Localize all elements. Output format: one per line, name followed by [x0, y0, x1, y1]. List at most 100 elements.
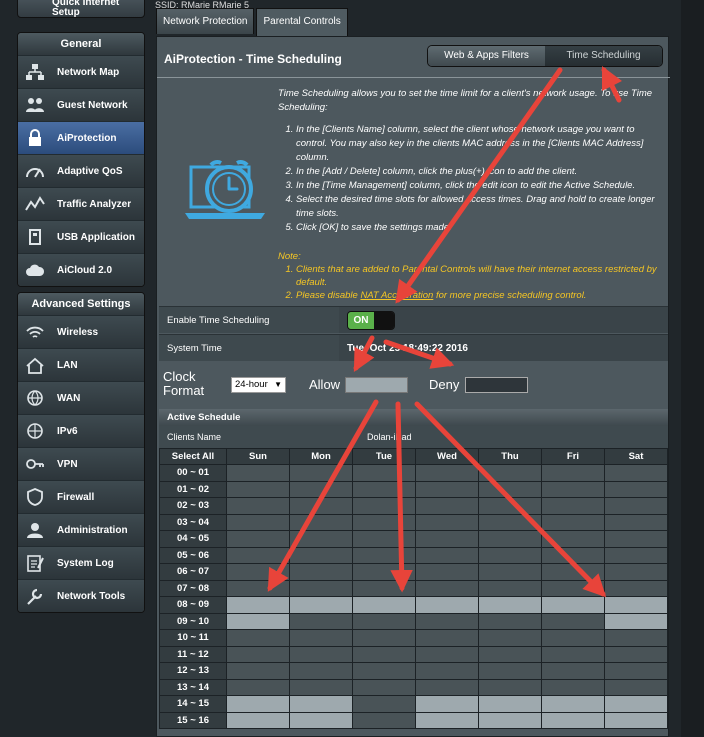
time-slot-label[interactable]: 04 ~ 05: [159, 530, 227, 548]
schedule-cell-allowed[interactable]: [541, 596, 605, 614]
schedule-cell-denied[interactable]: [541, 546, 605, 564]
sidebar-item-usb-application[interactable]: USB Application: [18, 220, 144, 253]
schedule-cell-allowed[interactable]: [604, 695, 668, 713]
schedule-cell-denied[interactable]: [352, 513, 416, 531]
schedule-cell-denied[interactable]: [415, 662, 479, 680]
schedule-cell-denied[interactable]: [415, 513, 479, 531]
schedule-cell-allowed[interactable]: [289, 695, 353, 713]
sidebar-item-network-map[interactable]: Network Map: [18, 55, 144, 88]
schedule-cell-denied[interactable]: [226, 480, 290, 498]
schedule-cell-denied[interactable]: [415, 546, 479, 564]
schedule-cell-allowed[interactable]: [541, 695, 605, 713]
schedule-cell-denied[interactable]: [478, 662, 542, 680]
schedule-cell-allowed[interactable]: [352, 596, 416, 614]
schedule-cell-denied[interactable]: [289, 497, 353, 515]
schedule-cell-denied[interactable]: [226, 678, 290, 696]
schedule-cell-denied[interactable]: [478, 678, 542, 696]
schedule-cell-denied[interactable]: [226, 629, 290, 647]
time-slot-label[interactable]: 14 ~ 15: [159, 695, 227, 713]
schedule-cell-denied[interactable]: [352, 662, 416, 680]
schedule-cell-denied[interactable]: [226, 563, 290, 581]
sidebar-item-wireless[interactable]: Wireless: [18, 315, 144, 348]
schedule-cell-denied[interactable]: [541, 530, 605, 548]
schedule-cell-denied[interactable]: [604, 513, 668, 531]
enable-time-scheduling-toggle[interactable]: ON: [347, 310, 395, 330]
sidebar-item-aicloud-2-0[interactable]: AiCloud 2.0: [18, 253, 144, 286]
sidebar-item-wan[interactable]: WAN: [18, 381, 144, 414]
schedule-cell-denied[interactable]: [352, 563, 416, 581]
clock-format-select[interactable]: 24-hour ▼: [231, 377, 286, 393]
schedule-cell-denied[interactable]: [541, 612, 605, 630]
schedule-cell-denied[interactable]: [415, 629, 479, 647]
schedule-cell-denied[interactable]: [352, 711, 416, 729]
schedule-cell-denied[interactable]: [541, 645, 605, 663]
schedule-cell-denied[interactable]: [604, 629, 668, 647]
schedule-cell-denied[interactable]: [289, 612, 353, 630]
schedule-cell-denied[interactable]: [415, 645, 479, 663]
schedule-cell-denied[interactable]: [541, 464, 605, 482]
sidebar-item-guest-network[interactable]: Guest Network: [18, 88, 144, 121]
schedule-cell-denied[interactable]: [604, 530, 668, 548]
schedule-cell-denied[interactable]: [541, 678, 605, 696]
tab-network-protection[interactable]: Network Protection: [156, 8, 255, 34]
schedule-cell-denied[interactable]: [478, 464, 542, 482]
nat-acceleration-link[interactable]: NAT Acceleration: [360, 290, 433, 301]
schedule-cell-allowed[interactable]: [604, 711, 668, 729]
time-slot-label[interactable]: 07 ~ 08: [159, 579, 227, 597]
time-slot-label[interactable]: 00 ~ 01: [159, 464, 227, 482]
schedule-cell-denied[interactable]: [226, 579, 290, 597]
sidebar-item-traffic-analyzer[interactable]: Traffic Analyzer: [18, 187, 144, 220]
schedule-cell-denied[interactable]: [541, 563, 605, 581]
schedule-cell-denied[interactable]: [478, 579, 542, 597]
schedule-cell-allowed[interactable]: [226, 695, 290, 713]
schedule-cell-denied[interactable]: [289, 530, 353, 548]
schedule-cell-denied[interactable]: [541, 662, 605, 680]
schedule-cell-denied[interactable]: [352, 678, 416, 696]
schedule-cell-denied[interactable]: [226, 513, 290, 531]
schedule-cell-denied[interactable]: [352, 695, 416, 713]
schedule-cell-denied[interactable]: [541, 497, 605, 515]
schedule-cell-denied[interactable]: [478, 563, 542, 581]
schedule-cell-allowed[interactable]: [415, 695, 479, 713]
time-slot-label[interactable]: 12 ~ 13: [159, 662, 227, 680]
schedule-cell-allowed[interactable]: [478, 695, 542, 713]
sidebar-item-firewall[interactable]: Firewall: [18, 480, 144, 513]
schedule-cell-denied[interactable]: [478, 612, 542, 630]
schedule-cell-denied[interactable]: [352, 464, 416, 482]
day-header-mon[interactable]: Mon: [289, 448, 353, 465]
schedule-cell-denied[interactable]: [226, 645, 290, 663]
schedule-cell-denied[interactable]: [604, 579, 668, 597]
schedule-cell-denied[interactable]: [415, 612, 479, 630]
web-apps-filters-button[interactable]: Web & Apps Filters: [428, 46, 545, 66]
schedule-cell-denied[interactable]: [541, 513, 605, 531]
schedule-cell-denied[interactable]: [415, 480, 479, 498]
schedule-cell-denied[interactable]: [289, 662, 353, 680]
day-header-fri[interactable]: Fri: [541, 448, 605, 465]
schedule-cell-denied[interactable]: [352, 629, 416, 647]
schedule-cell-denied[interactable]: [289, 464, 353, 482]
sidebar-item-vpn[interactable]: VPN: [18, 447, 144, 480]
schedule-cell-denied[interactable]: [415, 579, 479, 597]
schedule-cell-allowed[interactable]: [604, 612, 668, 630]
time-slot-label[interactable]: 09 ~ 10: [159, 612, 227, 630]
sidebar-item-adaptive-qos[interactable]: Adaptive QoS: [18, 154, 144, 187]
schedule-cell-allowed[interactable]: [541, 711, 605, 729]
schedule-cell-allowed[interactable]: [289, 596, 353, 614]
sidebar-item-lan[interactable]: LAN: [18, 348, 144, 381]
sidebar-item-system-log[interactable]: System Log: [18, 546, 144, 579]
schedule-cell-allowed[interactable]: [415, 711, 479, 729]
schedule-cell-denied[interactable]: [289, 513, 353, 531]
schedule-cell-denied[interactable]: [289, 678, 353, 696]
schedule-cell-denied[interactable]: [478, 497, 542, 515]
schedule-cell-denied[interactable]: [541, 579, 605, 597]
schedule-cell-denied[interactable]: [352, 530, 416, 548]
schedule-cell-denied[interactable]: [415, 464, 479, 482]
day-header-sat[interactable]: Sat: [604, 448, 668, 465]
schedule-cell-denied[interactable]: [415, 563, 479, 581]
day-header-thu[interactable]: Thu: [478, 448, 542, 465]
schedule-cell-denied[interactable]: [352, 497, 416, 515]
schedule-cell-denied[interactable]: [604, 678, 668, 696]
schedule-cell-denied[interactable]: [604, 563, 668, 581]
schedule-cell-denied[interactable]: [478, 530, 542, 548]
select-all-button[interactable]: Select All: [159, 448, 227, 465]
